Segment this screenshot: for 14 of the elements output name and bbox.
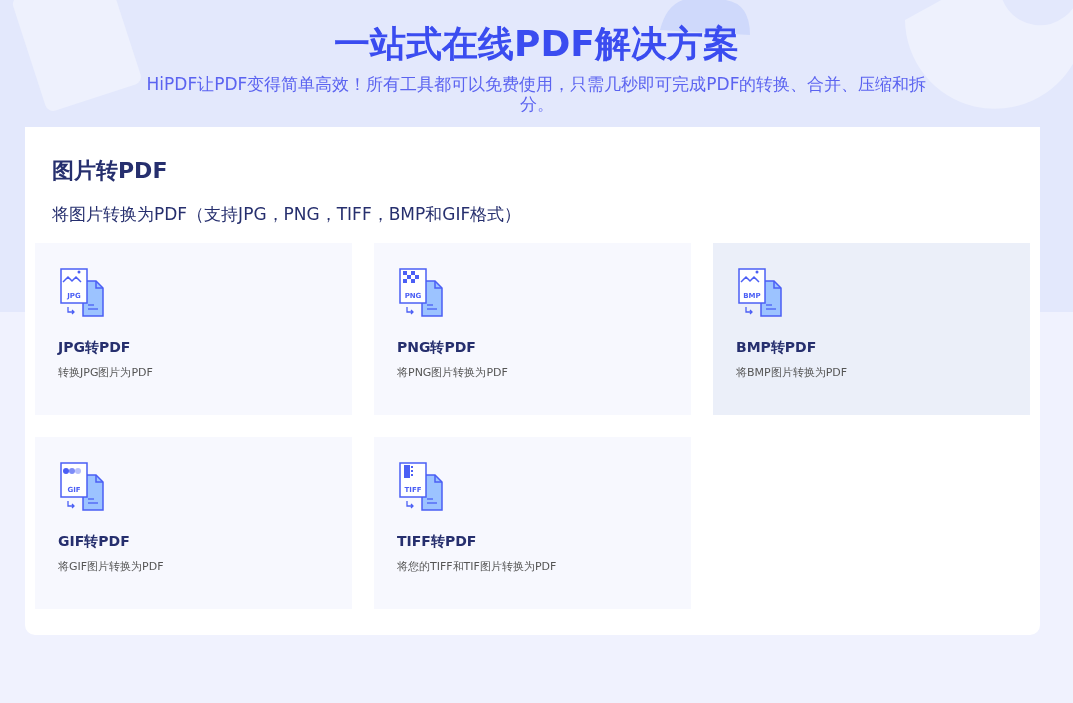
page-title: 一站式在线PDF解决方案 [334,22,739,66]
section-title: 图片转PDF [52,157,169,185]
tool-description: 将PNG图片转换为PDF [397,365,509,380]
tool-description: 将GIF图片转换为PDF [58,559,165,574]
tool-title: GIF转PDF [58,533,131,551]
page-subtitle: HiPDF让PDF变得简单高效！所有工具都可以免费使用，只需几秒即可完成PDF的转换、合并、压缩和拆分。 [145,74,928,114]
tool-title: TIFF转PDF [397,533,478,551]
tool-title: PNG转PDF [397,339,477,357]
tool-description: 将BMP图片转换为PDF [736,365,849,380]
tool-title: JPG转PDF [58,339,132,357]
tool-title: BMP转PDF [736,339,818,357]
tool-description: 转换JPG图片为PDF [58,365,154,380]
section-description: 将图片转换为PDF（支持JPG，PNG，TIFF，BMP和GIF格式） [52,203,523,225]
tool-description: 将您的TIFF和TIF图片转换为PDF [397,559,558,574]
